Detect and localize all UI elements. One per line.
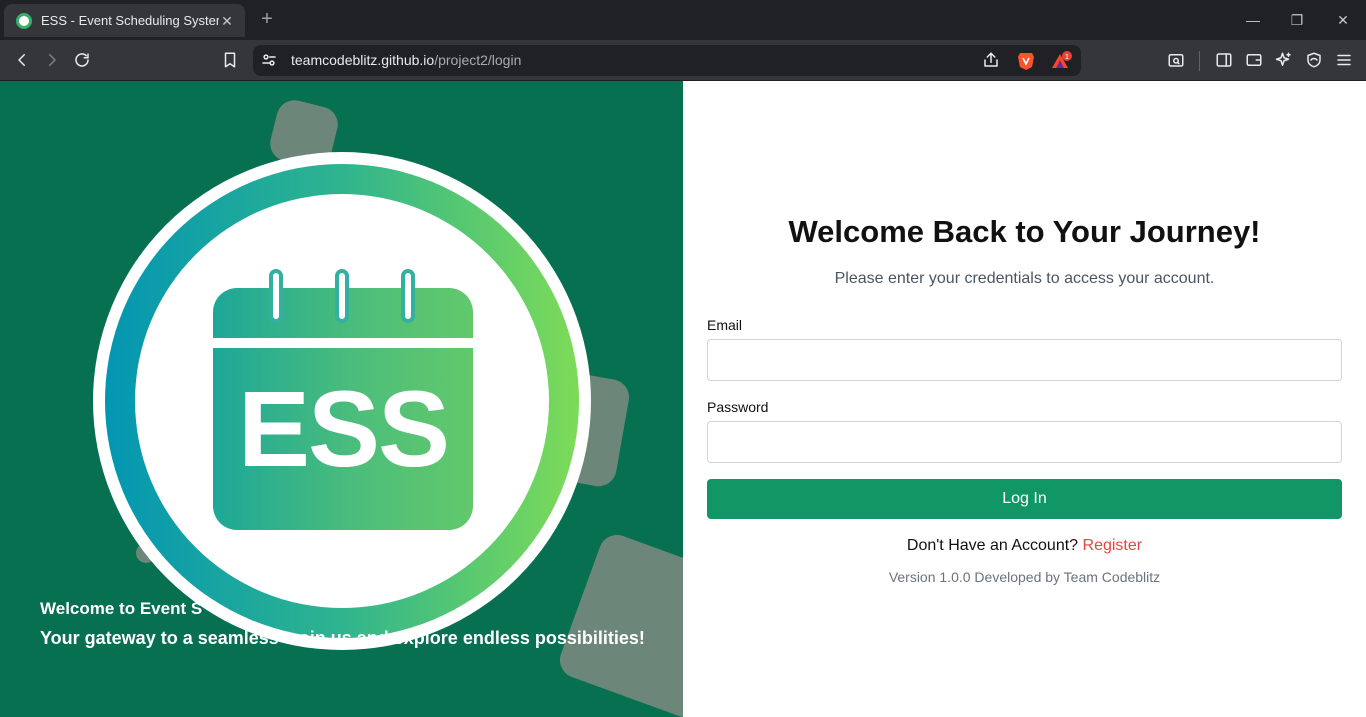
calendar-header-band [213,338,473,348]
calendar-favicon-icon [16,12,32,29]
login-page: ESS Welcome to Event S Your gateway to a… [0,81,1366,717]
login-panel: Welcome Back to Your Journey! Please ent… [683,81,1366,717]
new-tab-button[interactable]: + [257,9,277,29]
sidebar-toggle-icon[interactable] [1214,50,1234,70]
toolbar-divider [1199,51,1200,71]
browser-toolbar: teamcodeblitz.github.io/project2/login 1 [0,40,1366,81]
back-arrow-icon[interactable] [12,50,32,70]
logo-ess-text: ESS [237,368,450,489]
calendar-binder-ring [335,269,349,323]
browser-tab-bar: ESS - Event Scheduling System ✕ + — ❐ ✕ [0,0,1366,40]
hero-panel: ESS Welcome to Event S Your gateway to a… [0,81,683,717]
tab-close-icon[interactable]: ✕ [219,13,235,29]
brave-shields-icon[interactable] [1017,51,1035,71]
bookmark-icon[interactable] [220,50,240,70]
no-account-text: Don't Have an Account? [906,537,1079,554]
reload-icon[interactable] [72,50,92,70]
site-settings-icon[interactable] [259,50,279,70]
leo-ai-sparkle-icon[interactable] [1274,50,1294,70]
email-field[interactable] [707,339,1342,381]
register-prompt: Don't Have an Account? Register [683,537,1366,555]
forward-arrow-icon[interactable] [42,50,62,70]
login-subtitle: Please enter your credentials to access … [834,270,1215,287]
brave-rewards-icon[interactable]: 1 [1051,51,1072,71]
minimize-window-button[interactable]: — [1243,8,1263,32]
calendar-icon: ESS [213,288,473,530]
address-bar[interactable]: teamcodeblitz.github.io/project2/login 1 [253,45,1081,76]
wallet-icon[interactable] [1244,50,1264,70]
calendar-binder-ring [269,269,283,323]
vpn-shield-icon[interactable] [1304,50,1324,70]
hero-welcome: Welcome to Event S Your gateway to a sea… [40,598,650,652]
email-label: Email [707,317,743,333]
menu-hamburger-icon[interactable] [1334,50,1354,70]
close-window-button[interactable]: ✕ [1333,8,1353,32]
url-path: /project2/login [434,52,522,68]
hero-welcome-subtitle: Your gateway to a seamless e oin us and … [40,628,645,648]
restore-window-button[interactable]: ❐ [1287,8,1307,32]
hero-welcome-title: Welcome to Event S [40,599,203,618]
tab-search-icon[interactable] [1166,50,1186,70]
password-field[interactable] [707,421,1342,463]
login-button[interactable]: Log In [707,479,1342,519]
login-title: Welcome Back to Your Journey! [788,214,1261,249]
rewards-badge-count: 1 [1065,54,1069,61]
browser-tab-active[interactable]: ESS - Event Scheduling System ✕ [4,4,245,37]
url-text[interactable]: teamcodeblitz.github.io/project2/login [291,52,521,68]
share-icon[interactable] [981,50,1001,70]
calendar-binder-ring [401,269,415,323]
register-link[interactable]: Register [1083,537,1143,554]
url-host: teamcodeblitz.github.io [291,52,435,68]
version-footer: Version 1.0.0 Developed by Team Codeblit… [888,569,1161,585]
password-label: Password [707,399,769,415]
tab-title: ESS - Event Scheduling System [41,13,219,28]
